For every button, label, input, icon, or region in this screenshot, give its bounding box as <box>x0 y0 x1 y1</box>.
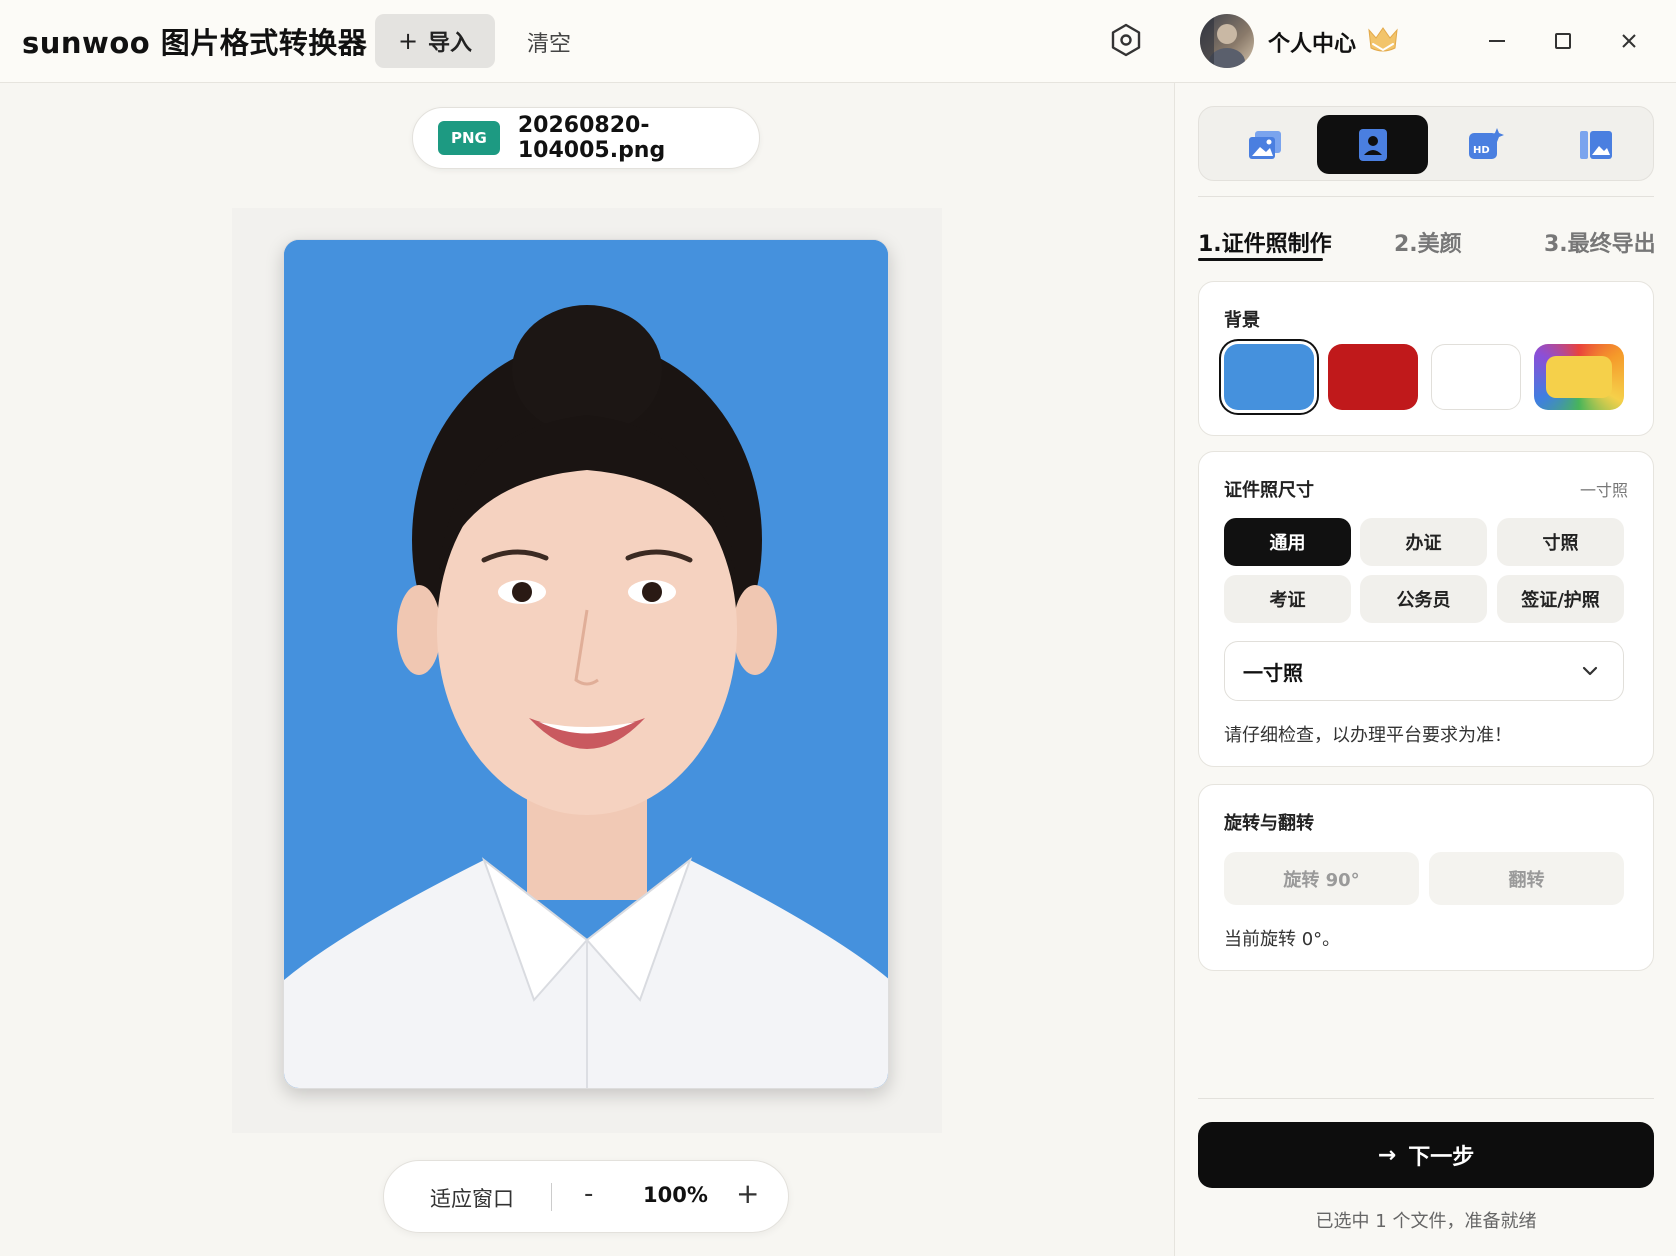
minimize-icon[interactable] <box>1480 24 1514 58</box>
batch-images-icon <box>1579 130 1612 159</box>
mode-tab-image-convert[interactable] <box>1209 115 1320 174</box>
mode-tab-hd-enhance[interactable]: HD <box>1429 115 1540 174</box>
selected-size-value: 一寸照 <box>1243 660 1303 685</box>
vip-crown-icon <box>1368 27 1398 52</box>
rotation-status: 当前旋转 0°。 <box>1224 929 1341 950</box>
mode-tab-id-photo[interactable] <box>1317 115 1428 174</box>
size-select[interactable]: 一寸照 <box>1224 641 1624 701</box>
mode-tab-batch[interactable] <box>1540 115 1651 174</box>
panel-divider <box>1198 196 1654 197</box>
file-name: 20260820-104005.png <box>517 113 666 163</box>
next-step-label: 下一步 <box>1408 1145 1475 1170</box>
id-photo-preview <box>283 239 889 1089</box>
zoom-in-button[interactable]: + <box>736 1177 759 1210</box>
step-tab-export[interactable]: 3.最终导出 <box>1544 226 1656 258</box>
close-icon[interactable] <box>1612 24 1646 58</box>
current-size-note: 一寸照 <box>1579 481 1628 500</box>
settings-hexagon-icon[interactable] <box>1108 22 1144 58</box>
size-hint: 请仔细检查，以办理平台要求为准！ <box>1224 725 1512 746</box>
svg-text:HD: HD <box>1473 145 1490 156</box>
plus-icon: + <box>397 27 419 55</box>
active-step-underline <box>1198 258 1323 261</box>
app-title: sunwoo 图片格式转换器 <box>22 26 368 60</box>
custom-color-inner <box>1546 356 1612 398</box>
user-center-link[interactable]: 个人中心 <box>1268 26 1356 58</box>
background-swatch-white[interactable] <box>1431 344 1521 410</box>
file-chip: PNG 20260820-104005.png <box>412 107 760 169</box>
zoom-control: 适应窗口 - 100% + <box>383 1160 789 1233</box>
step-tab-id-photo[interactable]: 1.证件照制作 <box>1198 226 1332 258</box>
id-photo-icon <box>1358 128 1387 161</box>
size-category-general[interactable]: 通用 <box>1224 518 1351 566</box>
portrait-image-icon <box>284 240 888 1088</box>
size-category-certificate[interactable]: 办证 <box>1360 518 1487 566</box>
photo-size-title: 证件照尺寸 <box>1224 480 1314 501</box>
hd-enhance-icon: HD <box>1468 127 1504 159</box>
mode-tabs: HD <box>1198 106 1654 181</box>
step-tab-beauty[interactable]: 2.美颜 <box>1394 226 1462 258</box>
zoom-level: 100% <box>643 1183 708 1207</box>
file-format-badge: PNG <box>438 121 500 155</box>
next-step-button[interactable]: → 下一步 <box>1198 1122 1654 1188</box>
user-avatar[interactable] <box>1200 14 1254 68</box>
background-card: 背景 <box>1198 281 1654 436</box>
rotate-flip-title: 旋转与翻转 <box>1224 813 1314 834</box>
size-category-exam[interactable]: 考证 <box>1224 575 1351 623</box>
footer-divider <box>1198 1098 1654 1099</box>
rotate-90-button[interactable]: 旋转 90° <box>1224 852 1419 905</box>
fit-window-button[interactable]: 适应窗口 <box>430 1183 514 1213</box>
background-swatch-custom[interactable] <box>1534 344 1624 410</box>
title-bar: sunwoo 图片格式转换器 + 导入 清空 个人中心 <box>0 0 1676 83</box>
maximize-icon[interactable] <box>1546 24 1580 58</box>
clear-button[interactable]: 清空 <box>527 26 571 58</box>
zoom-out-button[interactable]: - <box>584 1179 593 1209</box>
size-category-civil-servant[interactable]: 公务员 <box>1360 575 1487 623</box>
import-label: 导入 <box>428 31 473 56</box>
image-convert-icon <box>1248 130 1281 159</box>
chevron-down-icon <box>1582 666 1598 676</box>
import-button[interactable]: + 导入 <box>375 14 495 68</box>
rotate-flip-card: 旋转与翻转 旋转 90° 翻转 当前旋转 0°。 <box>1198 784 1654 971</box>
background-title: 背景 <box>1224 310 1260 331</box>
background-swatch-blue[interactable] <box>1224 344 1314 410</box>
selection-status: 已选中 1 个文件，准备就绪 <box>1315 1211 1537 1232</box>
size-category-inch-photo[interactable]: 寸照 <box>1497 518 1624 566</box>
zoom-divider <box>551 1183 552 1211</box>
photo-size-card: 证件照尺寸 一寸照 通用 办证 寸照 考证 公务员 签证/护照 一寸照 请仔细检… <box>1198 451 1654 767</box>
flip-button[interactable]: 翻转 <box>1429 852 1624 905</box>
size-category-visa-passport[interactable]: 签证/护照 <box>1497 575 1624 623</box>
avatar-image-icon <box>1200 14 1245 68</box>
arrow-right-icon: → <box>1377 1142 1397 1168</box>
background-swatch-red[interactable] <box>1328 344 1418 410</box>
